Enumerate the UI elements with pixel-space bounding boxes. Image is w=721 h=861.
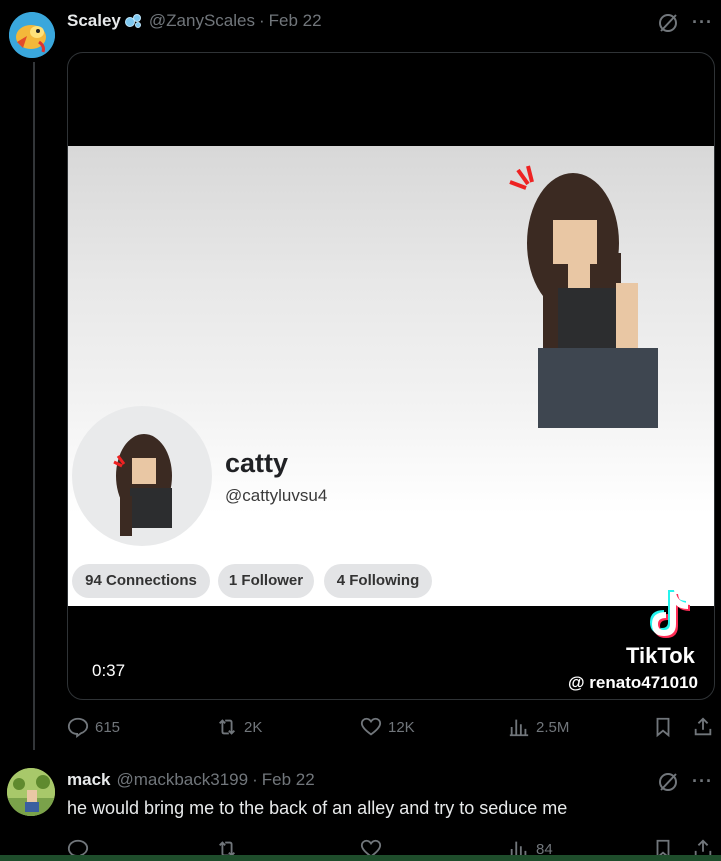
like-icon xyxy=(360,717,382,736)
reply-more-icon[interactable]: ··· xyxy=(692,771,713,792)
video-timestamp: 0:37 xyxy=(92,661,126,680)
post-header: Scaley @ZanyScales · Feb 22 xyxy=(67,11,322,31)
author-avatar[interactable] xyxy=(9,12,55,58)
repost-icon xyxy=(219,719,235,735)
views-icon xyxy=(509,719,529,737)
reply-text: he would bring me to the back of an alle… xyxy=(67,798,568,818)
author-handle[interactable]: @ZanyScales xyxy=(149,11,255,31)
reply-author-handle[interactable]: @mackback3199 xyxy=(116,770,248,790)
tiktok-brand: TikTok xyxy=(626,643,695,668)
repost-button[interactable]: 2K xyxy=(216,716,262,738)
tiktok-icon xyxy=(642,588,692,640)
reply-author-name[interactable]: mack xyxy=(67,770,110,790)
like-count: 12K xyxy=(388,718,415,736)
bookmark-button[interactable] xyxy=(652,716,680,738)
share-icon xyxy=(694,717,712,736)
profile-name: catty xyxy=(225,448,289,478)
reply-separator-dot: · xyxy=(252,770,258,789)
separator-dot: · xyxy=(258,11,265,30)
bottom-strip xyxy=(0,855,721,861)
video-player[interactable]: catty @cattyluvsu4 94 Connections 1 Foll… xyxy=(67,52,715,700)
more-icon[interactable]: ··· xyxy=(692,12,713,33)
character-illustration xyxy=(498,158,698,448)
author-name[interactable]: Scaley xyxy=(67,11,121,31)
bubble-icon xyxy=(123,12,143,30)
reply-header: mack @mackback3199 · Feb 22 xyxy=(67,770,315,790)
views-button[interactable]: 2.5M xyxy=(508,716,569,738)
grok-icon[interactable] xyxy=(656,11,680,35)
reply-icon xyxy=(67,717,89,738)
views-count: 2.5M xyxy=(536,718,570,736)
reply-grok-icon[interactable] xyxy=(656,770,680,794)
followers-pill: 1 Follower xyxy=(218,564,314,598)
reply-button[interactable]: 615 xyxy=(67,716,120,738)
reply-author-avatar[interactable] xyxy=(7,768,55,816)
profile-avatar-circle xyxy=(72,406,212,546)
share-button[interactable] xyxy=(692,716,720,738)
tiktok-username: @ renato471010 xyxy=(568,673,698,692)
reply-date[interactable]: Feb 22 xyxy=(262,770,315,790)
post-date[interactable]: Feb 22 xyxy=(269,11,322,31)
repost-count: 2K xyxy=(244,718,263,736)
reply-count: 615 xyxy=(95,718,121,736)
like-button[interactable]: 12K xyxy=(360,716,415,738)
thread-line xyxy=(33,62,35,750)
connections-pill: 94 Connections xyxy=(72,564,210,598)
profile-handle: @cattyluvsu4 xyxy=(225,486,328,505)
following-pill: 4 Following xyxy=(324,564,432,598)
bookmark-icon xyxy=(656,717,670,738)
